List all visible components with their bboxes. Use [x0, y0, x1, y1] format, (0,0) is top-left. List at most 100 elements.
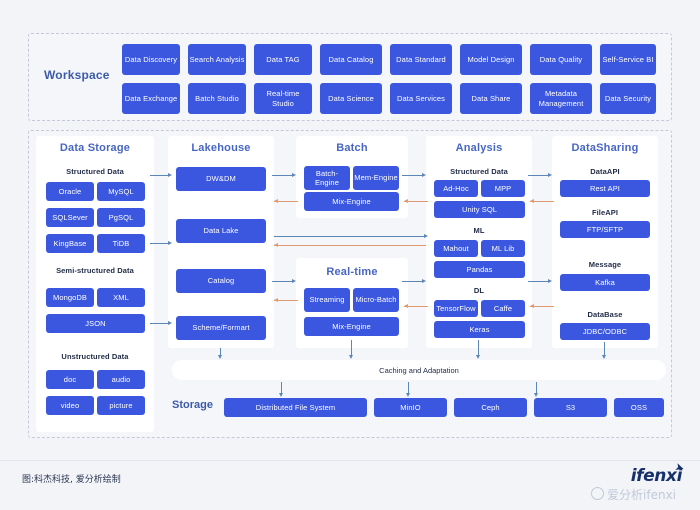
workspace-chip[interactable]: Search Analysis	[188, 44, 246, 75]
connector-arrow	[274, 198, 278, 203]
storage-chip-mongodb[interactable]: MongoDB	[46, 288, 94, 307]
sharing-chip-rest-api[interactable]: Rest API	[560, 180, 650, 197]
analysis-chip-adhoc[interactable]: Ad-Hoc	[434, 180, 478, 197]
column-title-datasharing: DataSharing	[571, 142, 639, 154]
footer-divider	[0, 460, 700, 461]
connector-arrow	[278, 393, 283, 397]
batch-chip-mem-engine[interactable]: Mem-Engine	[353, 166, 399, 190]
connector-line	[528, 175, 550, 176]
workspace-chip[interactable]: Batch Studio	[188, 83, 246, 114]
realtime-chip-mix-engine[interactable]: Mix-Engine	[304, 317, 399, 336]
storage-chip-audio[interactable]: audio	[97, 370, 145, 389]
connector-arrow	[548, 172, 552, 177]
connector-line	[150, 175, 170, 176]
column-title-lakehouse: Lakehouse	[191, 142, 251, 154]
analysis-chip-keras[interactable]: Keras	[434, 321, 525, 338]
storage-chip-json[interactable]: JSON	[46, 314, 145, 333]
lakehouse-chip-catalog[interactable]: Catalog	[176, 269, 266, 293]
connector-arrow	[168, 320, 172, 325]
storage-row-chip-oss[interactable]: OSS	[614, 398, 664, 417]
connector-arrow	[292, 278, 296, 283]
analysis-chip-mpp[interactable]: MPP	[481, 180, 525, 197]
workspace-chip[interactable]: Metadata Management	[530, 83, 592, 114]
watermark-circle-icon	[591, 487, 604, 500]
connector-arrow	[422, 278, 426, 283]
analysis-chip-mahout[interactable]: Mahout	[434, 240, 478, 257]
analysis-chip-tensorflow[interactable]: TensorFlow	[434, 300, 478, 317]
storage-chip-mysql[interactable]: MySQL	[97, 182, 145, 201]
storage-chip-sqlserver[interactable]: SQLSever	[46, 208, 94, 227]
connector-arrow	[168, 172, 172, 177]
connector-arrow	[475, 355, 480, 359]
brand-tick-icon: ➤	[673, 459, 686, 476]
connector-arrow	[601, 355, 606, 359]
storage-chip-kingbase[interactable]: KingBase	[46, 234, 94, 253]
group-label-analysis-ml: ML	[473, 226, 485, 235]
connector-line	[150, 323, 170, 324]
connector-arrow	[422, 172, 426, 177]
group-label-database: DataBase	[587, 310, 623, 319]
storage-chip-picture[interactable]: picture	[97, 396, 145, 415]
connector-arrow	[530, 198, 534, 203]
workspace-chip[interactable]: Data Security	[600, 83, 656, 114]
storage-chip-doc[interactable]: doc	[46, 370, 94, 389]
sharing-chip-ftp-sftp[interactable]: FTP/SFTP	[560, 221, 650, 238]
analysis-chip-pandas[interactable]: Pandas	[434, 261, 525, 278]
group-label-analysis-structured: Structured Data	[450, 167, 508, 176]
storage-chip-video[interactable]: video	[46, 396, 94, 415]
storage-chip-tidb[interactable]: TiDB	[97, 234, 145, 253]
workspace-chip[interactable]: Data Quality	[530, 44, 592, 75]
storage-row-chip-minio[interactable]: MinIO	[374, 398, 447, 417]
storage-row-chip-ceph[interactable]: Ceph	[454, 398, 527, 417]
group-label-message: Message	[588, 260, 622, 269]
workspace-chip[interactable]: Data Science	[320, 83, 382, 114]
connector-line	[274, 236, 426, 237]
group-label-semi-structured-data: Semi-structured Data	[56, 266, 134, 275]
group-label-structured-data: Structured Data	[66, 167, 124, 176]
connector-arrow	[404, 198, 408, 203]
storage-row-chip-s3[interactable]: S3	[534, 398, 607, 417]
storage-row-chip-dfs[interactable]: Distributed File System	[224, 398, 367, 417]
connector-arrow	[533, 393, 538, 397]
storage-chip-oracle[interactable]: Oracle	[46, 182, 94, 201]
workspace-chip[interactable]: Self-Service BI	[600, 44, 656, 75]
connector-line	[402, 175, 424, 176]
figure-caption: 图:科杰科技, 爱分析绘制	[22, 475, 121, 485]
connector-line	[274, 245, 426, 246]
analysis-chip-mllib[interactable]: ML Lib	[481, 240, 525, 257]
group-label-dataapi: DataAPI	[590, 167, 620, 176]
workspace-chip[interactable]: Model Design	[460, 44, 522, 75]
connector-arrow	[530, 303, 534, 308]
diagram-canvas: Workspace Data Discovery Search Analysis…	[0, 0, 700, 510]
realtime-chip-streaming[interactable]: Streaming	[304, 288, 350, 312]
sharing-chip-jdbc-odbc[interactable]: JDBC/ODBC	[560, 323, 650, 340]
column-title-batch: Batch	[336, 142, 368, 154]
workspace-chip[interactable]: Data Share	[460, 83, 522, 114]
workspace-chip[interactable]: Data Standard	[390, 44, 452, 75]
workspace-chip[interactable]: Real-time Studio	[254, 83, 312, 114]
connector-arrow	[274, 297, 278, 302]
connector-arrow	[274, 242, 278, 247]
workspace-chip[interactable]: Data Discovery	[122, 44, 180, 75]
workspace-chip[interactable]: Data Services	[390, 83, 452, 114]
lakehouse-chip-dwdm[interactable]: DW&DM	[176, 167, 266, 191]
sharing-chip-kafka[interactable]: Kafka	[560, 274, 650, 291]
lakehouse-chip-data-lake[interactable]: Data Lake	[176, 219, 266, 243]
workspace-chip[interactable]: Data Catalog	[320, 44, 382, 75]
workspace-chip[interactable]: Data Exchange	[122, 83, 180, 114]
group-label-fileapi: FileAPI	[591, 208, 619, 217]
group-label-unstructured-data: Unstructured Data	[61, 352, 129, 361]
column-title-data-storage: Data Storage	[59, 142, 131, 154]
analysis-chip-caffe[interactable]: Caffe	[481, 300, 525, 317]
batch-chip-mix-engine[interactable]: Mix-Engine	[304, 192, 399, 211]
analysis-chip-unity-sql[interactable]: Unity SQL	[434, 201, 525, 218]
batch-chip-batch-engine[interactable]: Batch-Engine	[304, 166, 350, 190]
lakehouse-chip-scheme-format[interactable]: Scheme/Formart	[176, 316, 266, 340]
connector-line	[528, 281, 550, 282]
workspace-chip[interactable]: Data TAG	[254, 44, 312, 75]
connector-line	[272, 281, 294, 282]
storage-chip-xml[interactable]: XML	[97, 288, 145, 307]
realtime-chip-micro-batch[interactable]: Micro-Batch	[353, 288, 399, 312]
storage-chip-pgsql[interactable]: PgSQL	[97, 208, 145, 227]
connector-arrow	[404, 303, 408, 308]
